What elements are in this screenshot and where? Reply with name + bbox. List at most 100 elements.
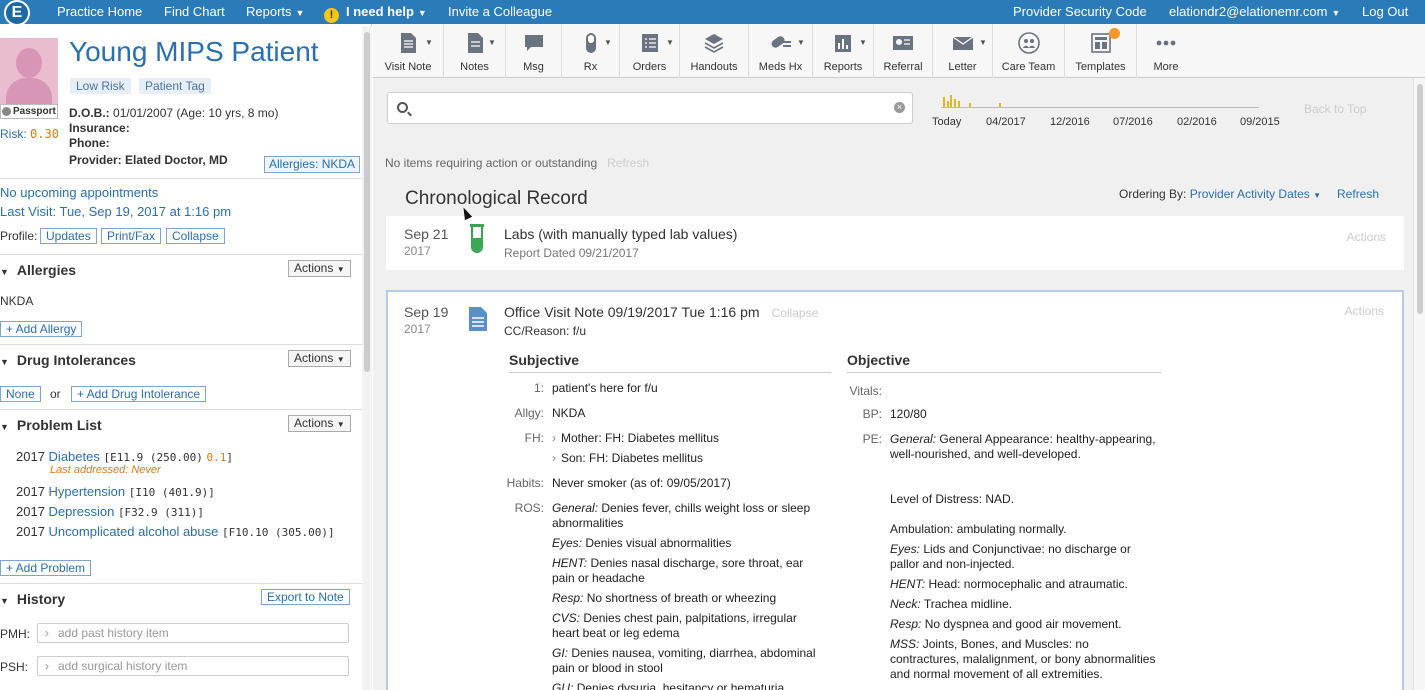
envelope-icon	[952, 36, 973, 50]
toolbar-more-button[interactable]: More	[1137, 24, 1195, 78]
elation-logo[interactable]: E	[4, 0, 30, 26]
allergies-section-header[interactable]: ▼ Allergies	[0, 262, 76, 278]
timeline-tick: Today	[932, 116, 962, 128]
add-allergy-button[interactable]: + Add Allergy	[0, 321, 83, 337]
problem-year: 2017	[16, 449, 45, 464]
toolbar-orders-button[interactable]: ▼ Orders	[620, 24, 680, 78]
scrollbar-thumb[interactable]	[364, 32, 370, 372]
toolbar-meds-hx-button[interactable]: ▼ Meds Hx	[749, 24, 813, 78]
outstanding-items-status: No items requiring action or outstanding…	[385, 156, 649, 170]
history-section-header[interactable]: ▼ History	[0, 591, 65, 607]
report-chart-icon	[835, 35, 851, 52]
add-drug-intolerance-button[interactable]: + Add Drug Intolerance	[71, 386, 207, 402]
add-problem-button[interactable]: + Add Problem	[0, 560, 92, 576]
problem-code: [I10 (401.9)]	[128, 486, 215, 499]
problem-code: [F32.9 (311)]	[117, 506, 205, 519]
scrollbar-thumb[interactable]	[1417, 84, 1423, 314]
pe-system: Resp:	[890, 617, 922, 631]
passport-button[interactable]: Passport	[0, 104, 58, 119]
profile-updates-button[interactable]: Updates	[40, 228, 97, 244]
drug-intolerances-section-header[interactable]: ▼ Drug Intolerances	[0, 352, 136, 368]
labs-actions-link[interactable]: Actions	[1347, 230, 1386, 244]
visit-note-actions-link[interactable]: Actions	[1345, 304, 1384, 318]
pmh-input[interactable]: › add past history item	[37, 623, 349, 643]
chart-search-input[interactable]: ×	[387, 92, 913, 124]
patient-avatar[interactable]	[0, 38, 58, 108]
visit-note-collapse-link[interactable]: Collapse	[772, 306, 819, 320]
clear-search-icon[interactable]: ×	[894, 102, 905, 113]
chevron-down-icon: ▼	[1331, 8, 1341, 18]
nav-provider-security-code[interactable]: Provider Security Code	[1013, 4, 1147, 19]
chevron-right-icon[interactable]: ›	[552, 431, 556, 445]
divider	[0, 178, 362, 179]
profile-collapse-button[interactable]: Collapse	[166, 228, 225, 244]
allergies-summary-button[interactable]: Allergies: NKDA	[264, 156, 361, 173]
toolbar-care-team-button[interactable]: Care Team	[993, 24, 1065, 78]
toolbar-referral-button[interactable]: Referral	[874, 24, 933, 78]
upcoming-appointments-link[interactable]: No upcoming appointments	[0, 185, 158, 200]
ros-system: HENT:	[552, 556, 588, 570]
nav-find-chart[interactable]: Find Chart	[164, 4, 225, 19]
vitals-label: Vitals:	[849, 384, 882, 398]
orders-list-icon	[641, 34, 658, 52]
problem-list-section-header[interactable]: ▼ Problem List	[0, 417, 102, 433]
chrono-refresh-link[interactable]: Refresh	[1337, 187, 1379, 201]
toolbar-msg-button[interactable]: Msg	[506, 24, 562, 78]
nav-reports[interactable]: Reports ▼	[246, 4, 304, 19]
sidebar-scrollbar[interactable]	[362, 26, 372, 690]
back-to-top-link[interactable]: Back to Top	[1304, 102, 1366, 116]
problem-name-link[interactable]: Hypertension	[49, 484, 126, 499]
insurance-row: Insurance:	[69, 121, 130, 135]
visit-note-title[interactable]: Office Visit Note 09/19/2017 Tue 1:16 pm	[504, 304, 760, 320]
ordering-dropdown[interactable]: Provider Activity Dates ▼	[1190, 187, 1321, 201]
insurance-label: Insurance:	[69, 121, 130, 135]
problem-name-link[interactable]: Uncomplicated alcohol abuse	[49, 524, 219, 539]
toolbar-visit-note-button[interactable]: ▼ Visit Note	[373, 24, 444, 78]
objective-heading: Objective	[847, 352, 1161, 373]
problem-score: 0.1	[206, 451, 227, 464]
tag-low-risk[interactable]: Low Risk	[70, 78, 131, 94]
toolbar-handouts-button[interactable]: Handouts	[680, 24, 749, 78]
layers-icon	[704, 34, 724, 53]
drug-intolerances-actions-button[interactable]: Actions ▼	[288, 350, 351, 367]
notification-dot-icon	[1109, 28, 1120, 39]
main-scrollbar[interactable]	[1413, 78, 1425, 690]
nav-logout[interactable]: Log Out	[1362, 4, 1408, 19]
labs-record-card[interactable]: Sep 21 2017 Labs (with manually typed la…	[386, 216, 1404, 270]
record-year: 2017	[404, 322, 431, 336]
toolbar-letter-button[interactable]: ▼ Letter	[933, 24, 993, 78]
nav-user-menu[interactable]: elationdr2@elationemr.com ▼	[1169, 4, 1340, 19]
care-team-icon	[1017, 32, 1040, 54]
toolbar-templates-button[interactable]: Templates	[1065, 24, 1137, 78]
pe-text: Lids and Conjunctivae: no discharge or p…	[890, 542, 1131, 571]
nav-i-need-help[interactable]: ! I need help ▼	[324, 4, 427, 23]
chart-toolbar: ▼ Visit Note ▼ Notes Msg ▼ Rx ▼ Orders H…	[373, 24, 1425, 78]
chevron-right-icon[interactable]: ›	[552, 451, 556, 465]
labs-title[interactable]: Labs (with manually typed lab values)	[504, 226, 737, 242]
office-visit-note-card: Sep 19 2017 Office Visit Note 09/19/2017…	[386, 290, 1404, 690]
toolbar-reports-button[interactable]: ▼ Reports	[813, 24, 874, 78]
tag-patient-tag[interactable]: Patient Tag	[139, 78, 211, 94]
problem-name-link[interactable]: Diabetes	[49, 449, 100, 464]
test-tube-icon	[470, 224, 484, 253]
record-timeline[interactable]: Today 04/2017 12/2016 07/2016 02/2016 09…	[932, 90, 1280, 130]
export-to-note-button[interactable]: Export to Note	[261, 589, 350, 605]
profile-print-fax-button[interactable]: Print/Fax	[101, 228, 162, 244]
problem-name-link[interactable]: Depression	[49, 504, 115, 519]
ros-system: GU:	[552, 681, 574, 690]
toolbar-rx-button[interactable]: ▼ Rx	[562, 24, 620, 78]
patient-name: Young MIPS Patient	[69, 36, 319, 67]
problem-year: 2017	[16, 504, 45, 519]
last-visit-link[interactable]: Last Visit: Tue, Sep 19, 2017 at 1:16 pm	[0, 204, 231, 219]
psh-input[interactable]: › add surgical history item	[37, 656, 349, 676]
outstanding-refresh-link[interactable]: Refresh	[607, 156, 649, 170]
divider	[0, 583, 362, 584]
allergies-actions-button[interactable]: Actions ▼	[288, 260, 351, 277]
pe-text: Trachea midline.	[923, 597, 1013, 611]
nav-practice-home[interactable]: Practice Home	[57, 4, 142, 19]
problem-list-actions-button[interactable]: Actions ▼	[288, 415, 351, 432]
pe-text: Level of Distress: NAD.	[890, 492, 1015, 506]
nav-invite-colleague[interactable]: Invite a Colleague	[448, 4, 552, 19]
toolbar-notes-button[interactable]: ▼ Notes	[444, 24, 506, 78]
intolerance-none-button[interactable]: None	[0, 386, 41, 402]
